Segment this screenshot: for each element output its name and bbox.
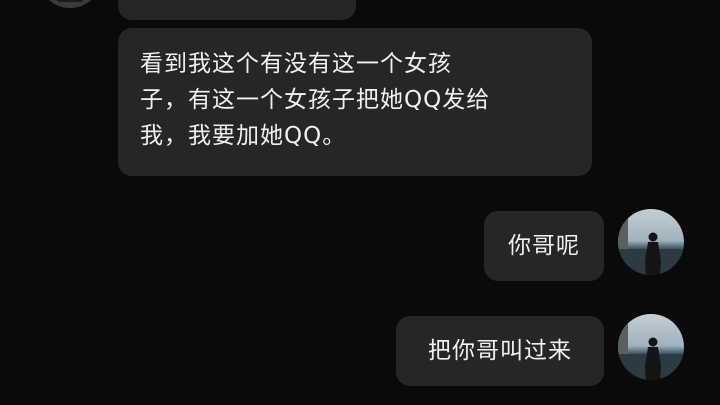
seaside-silhouette-avatar-icon <box>618 314 684 380</box>
message-line: 看到我这个有没有这一个女孩 <box>140 51 452 77</box>
contact-avatar[interactable] <box>38 0 102 8</box>
chat-screen: 看到我这个有没有这一个女孩 子，有这一个女孩子把她QQ发给 我，我要加她QQ。 … <box>0 0 720 405</box>
message-line: 我，我要加她QQ。 <box>140 123 347 149</box>
message-line: 子，有这一个女孩子把她QQ发给 <box>140 87 491 113</box>
my-avatar[interactable] <box>618 314 684 380</box>
outgoing-message-bubble[interactable]: 你哥呢 <box>484 211 604 281</box>
incoming-message-bubble[interactable]: 看到我这个有没有这一个女孩 子，有这一个女孩子把她QQ发给 我，我要加她QQ。 <box>118 28 592 176</box>
message-text: 把你哥叫过来 <box>428 338 572 364</box>
previous-message-bubble[interactable] <box>118 0 356 20</box>
outgoing-message-bubble[interactable]: 把你哥叫过来 <box>396 316 604 386</box>
message-text: 你哥呢 <box>508 233 580 259</box>
my-avatar[interactable] <box>618 209 684 275</box>
seaside-silhouette-avatar-icon <box>618 209 684 275</box>
